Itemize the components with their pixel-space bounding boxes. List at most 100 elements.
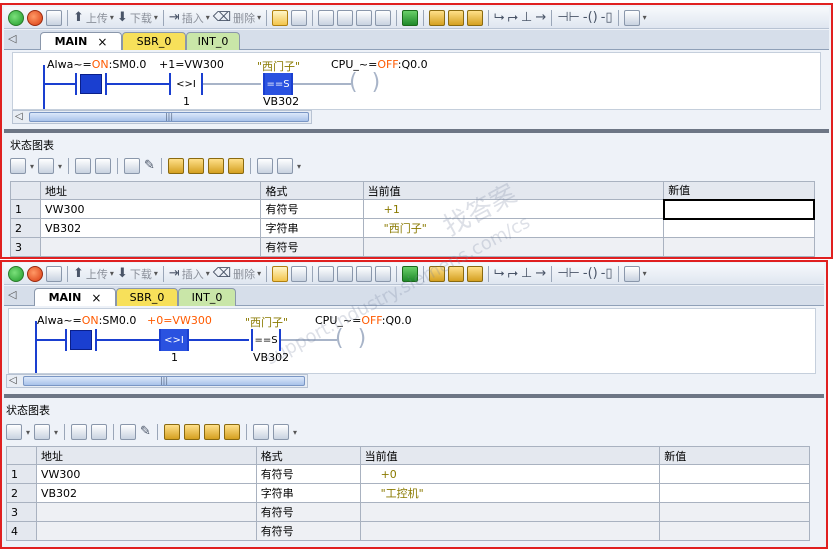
new-value-cell[interactable] xyxy=(662,198,816,220)
coil-icon[interactable]: -() xyxy=(583,10,598,26)
bookmark-icon[interactable] xyxy=(318,265,335,282)
box-icon[interactable]: -▯ xyxy=(601,10,613,26)
coil-icon[interactable]: -() xyxy=(583,266,598,282)
chevron-down-icon[interactable]: ▾ xyxy=(26,428,30,437)
branch-up-icon[interactable]: ⮣ xyxy=(508,10,518,26)
chevron-down-icon[interactable]: ▾ xyxy=(293,428,297,437)
next-bookmark-icon[interactable] xyxy=(356,265,373,282)
address-cell[interactable] xyxy=(40,237,262,257)
tab-sbr0[interactable]: SBR_0 xyxy=(122,32,186,50)
trend-view-icon[interactable] xyxy=(256,158,273,174)
compile-icon[interactable] xyxy=(46,9,62,26)
chevron-down-icon[interactable]: ▾ xyxy=(643,13,647,22)
tab-main[interactable]: MAIN × xyxy=(34,288,116,306)
close-icon[interactable]: × xyxy=(91,291,101,305)
format-cell[interactable]: 有符号 xyxy=(260,237,364,257)
output-coil[interactable]: ( ) xyxy=(349,72,380,94)
clear-bookmark-icon[interactable] xyxy=(375,265,392,282)
address-cell[interactable] xyxy=(35,521,257,541)
compare-int-contact[interactable]: <>I xyxy=(159,329,189,351)
read-forced-icon[interactable] xyxy=(223,424,240,440)
table-row[interactable]: 3 有符号 xyxy=(9,237,815,257)
branch-up-icon[interactable]: ⮣ xyxy=(508,266,518,282)
force-icon[interactable] xyxy=(467,265,484,282)
scroll-left-icon[interactable]: ◁ xyxy=(9,375,17,386)
format-cell[interactable]: 字符串 xyxy=(260,218,364,238)
upload-button[interactable]: ⬆ 上传 ▾ xyxy=(73,10,114,26)
pause-monitor-icon[interactable] xyxy=(91,424,108,440)
go-to-icon[interactable] xyxy=(402,265,419,282)
bookmark-icon[interactable] xyxy=(318,9,335,26)
stop-icon[interactable] xyxy=(27,265,43,282)
ladder-hscrollbar[interactable]: ◁ ||| xyxy=(12,110,312,124)
format-cell[interactable]: 字符串 xyxy=(255,483,361,503)
prev-bookmark-icon[interactable] xyxy=(337,265,354,282)
stop-icon[interactable] xyxy=(27,9,43,26)
contact-always-on[interactable] xyxy=(75,73,107,95)
unforce-icon[interactable] xyxy=(183,424,200,440)
tab-sbr0[interactable]: SBR_0 xyxy=(116,288,178,306)
table-row[interactable]: 2 VB302 字符串 "西门子" xyxy=(9,218,815,238)
pane-splitter[interactable] xyxy=(4,394,824,398)
tab-int0[interactable]: INT_0 xyxy=(186,32,240,50)
force-icon[interactable] xyxy=(467,9,484,26)
format-cell[interactable]: 有符号 xyxy=(255,464,361,484)
pencil-icon[interactable]: ✎ xyxy=(140,424,151,440)
add-row-icon[interactable] xyxy=(6,424,22,440)
monitor-program-icon[interactable] xyxy=(272,265,289,282)
chevron-down-icon[interactable]: ▾ xyxy=(54,428,58,437)
options-icon[interactable] xyxy=(276,158,293,174)
unlock-icon[interactable] xyxy=(448,9,465,26)
download-button[interactable]: ⬇ 下载 ▾ xyxy=(117,266,158,282)
address-cell[interactable]: VW300 xyxy=(35,464,257,484)
read-forced-icon[interactable] xyxy=(227,158,244,174)
monitor-program-icon[interactable] xyxy=(272,9,289,26)
compare-string-contact[interactable]: ==S xyxy=(251,329,281,351)
comment-icon[interactable] xyxy=(623,265,640,282)
clear-bookmark-icon[interactable] xyxy=(375,9,392,26)
lock-icon[interactable] xyxy=(429,265,446,282)
scroll-thumb[interactable]: ||| xyxy=(23,376,305,386)
glasses-icon[interactable] xyxy=(120,424,137,440)
insert-button[interactable]: ⇥ 插入 ▾ xyxy=(169,266,210,282)
ladder-hscrollbar[interactable]: ◁ ||| xyxy=(6,374,308,388)
table-row[interactable]: 2 VB302 字符串 "工控机" xyxy=(6,483,810,503)
new-value-cell[interactable] xyxy=(659,502,810,522)
glasses-icon[interactable] xyxy=(124,158,141,174)
table-row[interactable]: 1 VW300 有符号 +0 xyxy=(6,464,810,484)
table-row[interactable]: 3 有符号 xyxy=(6,502,810,522)
start-monitor-icon[interactable] xyxy=(75,158,92,174)
pencil-icon[interactable]: ✎ xyxy=(144,158,155,174)
run-icon[interactable] xyxy=(8,9,24,26)
new-value-cell[interactable] xyxy=(659,464,810,484)
unlock-icon[interactable] xyxy=(448,265,465,282)
scroll-left-icon[interactable]: ◁ xyxy=(15,111,23,122)
line-up-icon[interactable]: ⊥ xyxy=(521,266,532,282)
next-bookmark-icon[interactable] xyxy=(356,9,373,26)
chevron-down-icon[interactable]: ▾ xyxy=(30,162,34,171)
tab-main[interactable]: MAIN × xyxy=(40,32,122,50)
delete-row-icon[interactable] xyxy=(38,158,55,174)
tab-scroll-left-icon[interactable]: ◁ xyxy=(8,32,16,45)
pause-monitor-icon[interactable] xyxy=(291,265,308,282)
ladder-network[interactable]: Alwa~=ON:SM0.0 +0=VW300 <>I 1 "西门子" ==S … xyxy=(8,308,816,374)
box-icon[interactable]: -▯ xyxy=(601,266,613,282)
contact-always-on[interactable] xyxy=(65,329,97,351)
unforce-all-icon[interactable] xyxy=(207,158,224,174)
line-up-icon[interactable]: ⊥ xyxy=(521,10,532,26)
force-icon[interactable] xyxy=(163,424,180,440)
contact-icon[interactable]: ⊣⊢ xyxy=(557,266,580,282)
new-value-cell[interactable] xyxy=(663,218,815,238)
pause-monitor-icon[interactable] xyxy=(95,158,112,174)
table-row[interactable]: 4 有符号 xyxy=(6,521,810,541)
close-icon[interactable]: × xyxy=(97,35,107,49)
comment-icon[interactable] xyxy=(623,9,640,26)
prev-bookmark-icon[interactable] xyxy=(337,9,354,26)
address-cell[interactable]: VB302 xyxy=(40,218,262,238)
download-button[interactable]: ⬇ 下载 ▾ xyxy=(117,10,158,26)
compare-int-contact[interactable]: <>I xyxy=(169,73,203,95)
format-cell[interactable]: 有符号 xyxy=(255,502,361,522)
insert-button[interactable]: ⇥ 插入 ▾ xyxy=(169,10,210,26)
run-icon[interactable] xyxy=(8,265,24,282)
pane-splitter[interactable] xyxy=(4,129,829,133)
